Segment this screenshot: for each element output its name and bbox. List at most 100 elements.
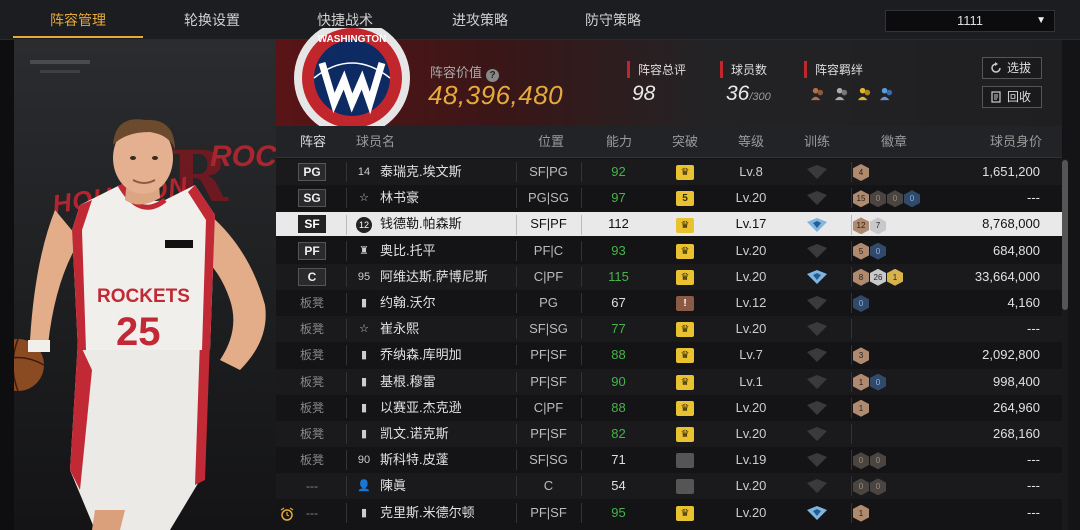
slot-badge[interactable]: SF bbox=[298, 215, 326, 234]
training-icon[interactable] bbox=[807, 296, 827, 310]
training-icon[interactable] bbox=[807, 191, 827, 206]
badge-icon[interactable]: 0 bbox=[870, 373, 886, 391]
player-name[interactable]: 约翰.沃尔 bbox=[380, 290, 436, 316]
training-icon[interactable] bbox=[807, 322, 827, 337]
table-row[interactable]: 板凳 ☆ 崔永熙 SF|SG 77 ♛ Lv.20 --- bbox=[276, 316, 1062, 343]
col-level[interactable]: 等级 bbox=[738, 126, 764, 158]
breakthrough-icon[interactable]: ♛ bbox=[676, 218, 694, 234]
badge-icon[interactable]: 4 bbox=[853, 164, 869, 181]
slot-label[interactable]: 板凳 bbox=[298, 447, 326, 473]
player-name[interactable]: 凯文.诺克斯 bbox=[380, 421, 449, 447]
slot-label[interactable]: 板凳 bbox=[298, 342, 326, 368]
breakthrough-icon[interactable]: ♛ bbox=[676, 505, 694, 521]
badge-icon[interactable]: 0 bbox=[853, 295, 869, 312]
col-training[interactable]: 训练 bbox=[804, 126, 830, 158]
player-name[interactable]: 克里斯.米德尔顿 bbox=[380, 500, 475, 526]
table-row[interactable]: 板凳 90 斯科特.皮蓬 SF|SG 71 Lv.19 00 --- bbox=[276, 447, 1062, 474]
select-button[interactable]: 选拔 bbox=[982, 57, 1042, 79]
col-slot[interactable]: 阵容 bbox=[300, 126, 326, 158]
badge-icon[interactable]: 1 bbox=[853, 504, 869, 522]
player-name[interactable]: 林书豪 bbox=[380, 185, 419, 211]
bond-icon-gold[interactable] bbox=[857, 86, 872, 101]
col-breakthrough[interactable]: 突破 bbox=[672, 126, 698, 158]
bond-icon-blue[interactable] bbox=[879, 86, 894, 101]
tab-rotation[interactable]: 轮换设置 bbox=[147, 0, 277, 40]
tab-lineup[interactable]: 阵容管理 bbox=[13, 0, 143, 40]
badge-icon[interactable]: 0 bbox=[853, 478, 869, 496]
badge-icon[interactable]: 8 bbox=[853, 268, 869, 286]
player-name[interactable]: 奥比.托平 bbox=[380, 238, 436, 264]
bond-icon-brown[interactable] bbox=[810, 86, 825, 101]
player-name[interactable]: 基根.穆雷 bbox=[380, 369, 436, 395]
scrollbar-thumb[interactable] bbox=[1062, 160, 1068, 310]
training-icon[interactable] bbox=[807, 243, 827, 258]
badge-icon[interactable]: 26 bbox=[870, 268, 886, 286]
badge-icon[interactable]: 0 bbox=[887, 190, 903, 208]
breakthrough-icon[interactable]: ♛ bbox=[676, 322, 694, 338]
breakthrough-icon[interactable]: ♛ bbox=[676, 269, 694, 285]
table-row[interactable]: --- ▮ 克里斯.米德尔顿 PF|SF 95 ♛ Lv.20 1 --- bbox=[276, 499, 1062, 526]
training-icon[interactable] bbox=[807, 427, 827, 441]
slot-label[interactable]: 板凳 bbox=[298, 395, 326, 421]
badge-icon[interactable]: 7 bbox=[870, 217, 886, 235]
account-select[interactable]: 1111 ▼ bbox=[885, 10, 1055, 32]
table-row[interactable]: --- 👤 陳眞 C 54 Lv.20 00 --- bbox=[276, 473, 1062, 500]
slot-label[interactable]: --- bbox=[298, 473, 326, 499]
slot-label[interactable]: 板凳 bbox=[298, 316, 326, 342]
table-row[interactable]: 板凳 ▮ 以赛亚.杰克逊 C|PF 88 ♛ Lv.20 1 264,960 bbox=[276, 394, 1062, 421]
table-row[interactable]: C 95 阿维达斯.萨博尼斯 C|PF 115 ♛ Lv.20 8 26 1 33,… bbox=[276, 263, 1062, 290]
table-row[interactable]: PF ♜ 奥比.托平 PF|C 93 ♛ Lv.20 50 684,800 bbox=[276, 237, 1062, 264]
badge-icon[interactable]: 0 bbox=[853, 452, 869, 470]
training-icon[interactable] bbox=[807, 453, 827, 468]
player-name[interactable]: 崔永熙 bbox=[380, 316, 419, 342]
col-name[interactable]: 球员名 bbox=[356, 126, 395, 158]
slot-badge[interactable]: PG bbox=[298, 163, 326, 181]
breakthrough-icon[interactable]: ♛ bbox=[676, 243, 694, 259]
col-ability[interactable]: 能力 bbox=[606, 126, 632, 158]
player-name[interactable]: 乔纳森.库明加 bbox=[380, 342, 462, 368]
training-icon[interactable] bbox=[807, 374, 827, 389]
badge-icon[interactable]: 3 bbox=[853, 347, 869, 365]
player-name[interactable]: 以赛亚.杰克逊 bbox=[380, 395, 462, 421]
breakthrough-icon[interactable]: ! bbox=[676, 296, 694, 311]
slot-label[interactable]: 板凳 bbox=[298, 421, 326, 447]
col-salary[interactable]: 球员身价 bbox=[990, 126, 1042, 158]
badge-icon[interactable]: 0 bbox=[870, 190, 886, 208]
badge-icon[interactable]: 1 bbox=[887, 268, 903, 286]
player-name[interactable]: 泰瑞克.埃文斯 bbox=[380, 159, 462, 185]
badge-icon[interactable]: 12 bbox=[853, 217, 869, 235]
badge-icon[interactable]: 15 bbox=[853, 190, 869, 208]
badge-icon[interactable]: 0 bbox=[870, 478, 886, 496]
tab-offense[interactable]: 进攻策略 bbox=[415, 0, 545, 40]
breakthrough-icon[interactable]: 5 bbox=[676, 191, 694, 207]
badge-icon[interactable]: 0 bbox=[870, 242, 886, 260]
training-icon[interactable] bbox=[807, 218, 827, 233]
player-name[interactable]: 斯科特.皮蓬 bbox=[380, 447, 449, 473]
breakthrough-icon[interactable]: ♛ bbox=[676, 400, 694, 416]
badge-icon[interactable]: 1 bbox=[853, 399, 869, 417]
badge-icon[interactable]: 5 bbox=[853, 242, 869, 260]
breakthrough-icon[interactable]: ♛ bbox=[676, 348, 694, 364]
breakthrough-icon[interactable]: ♛ bbox=[676, 427, 694, 442]
badge-icon[interactable]: 0 bbox=[870, 452, 886, 470]
slot-label[interactable]: 板凳 bbox=[298, 369, 326, 395]
bond-icon-gray[interactable] bbox=[834, 86, 849, 101]
table-row[interactable]: SG ☆ 林书豪 PG|SG 97 5 Lv.20 15 0 0 0 --- bbox=[276, 185, 1062, 212]
slot-badge[interactable]: PF bbox=[298, 241, 326, 260]
training-icon[interactable] bbox=[807, 348, 827, 363]
player-name[interactable]: 陳眞 bbox=[380, 473, 406, 499]
table-row[interactable]: 板凳 ▮ 乔纳森.库明加 PF|SF 88 ♛ Lv.7 3 2,092,800 bbox=[276, 342, 1062, 369]
table-row[interactable]: SF 12 钱德勒.帕森斯 SF|PF 112 ♛ Lv.17 12 7 8,76… bbox=[276, 212, 1062, 237]
training-icon[interactable] bbox=[807, 400, 827, 415]
breakthrough-icon[interactable]: ♛ bbox=[676, 374, 694, 390]
training-icon[interactable] bbox=[807, 165, 827, 179]
table-row[interactable]: 板凳 ▮ 约翰.沃尔 PG 67 ! Lv.12 0 4,160 bbox=[276, 290, 1062, 316]
table-row[interactable]: 板凳 ▮ 凯文.诺克斯 PF|SF 82 ♛ Lv.20 268,160 bbox=[276, 421, 1062, 447]
tab-defense[interactable]: 防守策略 bbox=[548, 0, 678, 40]
col-badges[interactable]: 徽章 bbox=[881, 126, 907, 158]
recycle-button[interactable]: 回收 bbox=[982, 86, 1042, 108]
breakthrough-icon[interactable]: ♛ bbox=[676, 165, 694, 180]
breakthrough-icon[interactable] bbox=[676, 453, 694, 469]
table-row[interactable]: 板凳 ▮ 基根.穆雷 PF|SF 90 ♛ Lv.1 10 998,400 bbox=[276, 368, 1062, 395]
training-icon[interactable] bbox=[807, 269, 827, 284]
